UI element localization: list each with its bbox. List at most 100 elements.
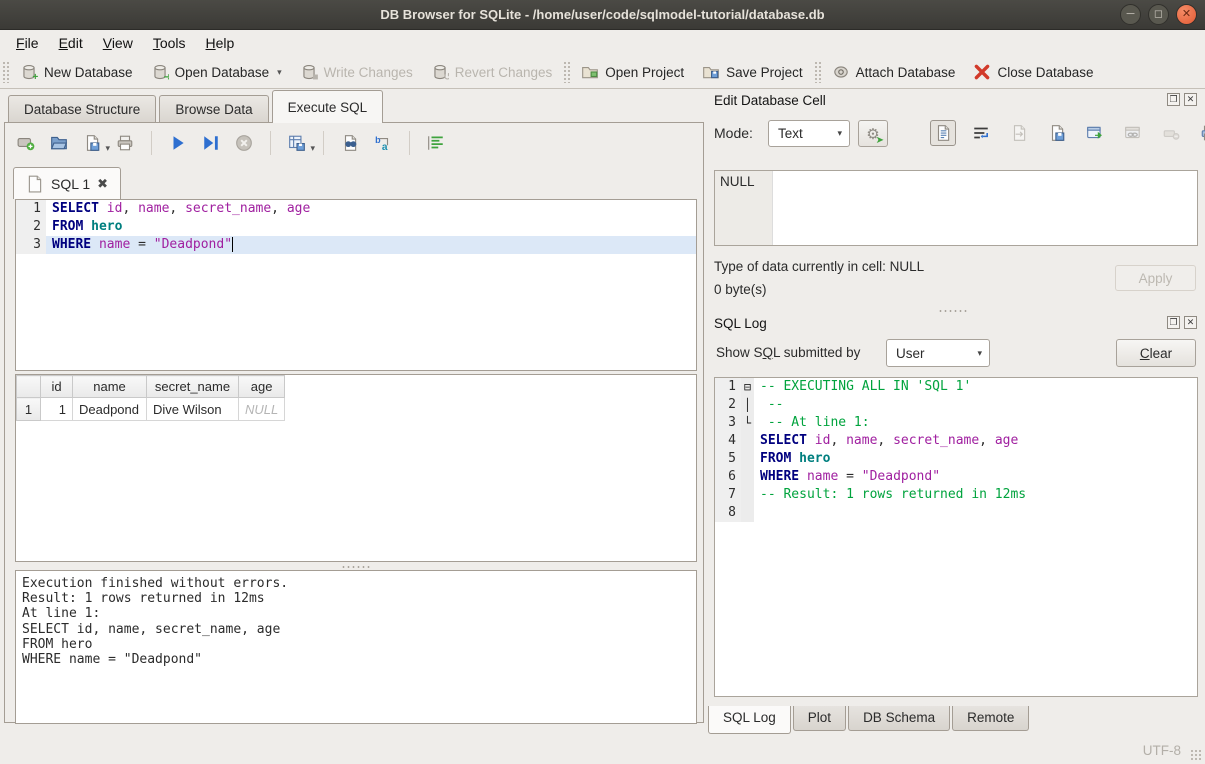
cell[interactable]: NULL xyxy=(239,398,285,421)
open-database-button[interactable]: ➜Open Database▾ xyxy=(142,59,291,85)
execute-line-button[interactable] xyxy=(200,132,222,154)
menu-item-view[interactable]: View xyxy=(93,32,143,54)
window-controls: ─ ◻ ✕ xyxy=(1120,4,1197,25)
attach-database-button[interactable]: Attach Database xyxy=(823,59,965,85)
dock-tab-remote[interactable]: Remote xyxy=(952,706,1029,731)
write-changes-button[interactable]: ■Write Changes xyxy=(291,59,422,85)
import-data-button[interactable] xyxy=(1006,120,1032,146)
title-bar[interactable]: DB Browser for SQLite - /home/user/code/… xyxy=(0,0,1205,30)
sql-editor[interactable]: 1SELECT id, name, secret_name, age2FROM … xyxy=(15,199,697,371)
cell[interactable]: Deadpond xyxy=(73,398,147,421)
code-text: -- Result: 1 rows returned in 12ms xyxy=(754,486,1197,504)
word-wrap-button[interactable] xyxy=(968,120,994,146)
line-number: 4 xyxy=(715,432,741,450)
splitter-handle[interactable] xyxy=(938,309,968,313)
table-row[interactable]: 11DeadpondDive WilsonNULL xyxy=(17,398,285,421)
sql-submitter-select[interactable]: User ▾ xyxy=(886,339,990,367)
open-project-button[interactable]: Open Project xyxy=(572,59,693,85)
dock-tab-db-schema[interactable]: DB Schema xyxy=(848,706,950,731)
svg-text:+: + xyxy=(32,72,38,81)
float-panel-icon[interactable]: ❐ xyxy=(1167,316,1180,329)
mode-select[interactable]: Text ▾ xyxy=(768,120,850,147)
column-header-secret_name[interactable]: secret_name xyxy=(147,376,239,398)
save-project-button[interactable]: Save Project xyxy=(693,59,812,85)
dock-tab-sql-log[interactable]: SQL Log xyxy=(708,706,791,734)
cell-value-editor[interactable]: NULL xyxy=(714,170,1198,246)
cell[interactable]: 1 xyxy=(41,398,73,421)
menu-item-tools[interactable]: Tools xyxy=(143,32,196,54)
tab-database-structure[interactable]: Database Structure xyxy=(8,95,156,123)
sql-tab-label: SQL 1 xyxy=(51,176,90,192)
menu-item-edit[interactable]: Edit xyxy=(49,32,93,54)
format-sql-button[interactable] xyxy=(425,132,447,154)
mode-label: Mode: xyxy=(714,125,753,141)
maximize-button[interactable]: ◻ xyxy=(1148,4,1169,25)
code-text: FROM hero xyxy=(46,218,696,236)
float-panel-icon[interactable]: ❐ xyxy=(1167,93,1180,106)
line-number: 3 xyxy=(16,236,46,254)
code-text: WHERE name = "Deadpond" xyxy=(754,468,1197,486)
sql-log-editor[interactable]: 1⊟-- EXECUTING ALL IN 'SQL 1'2│ --3└ -- … xyxy=(714,377,1198,697)
save-sql-file-button[interactable]: ▾ xyxy=(81,132,103,154)
encoding-indicator[interactable]: UTF-8 xyxy=(1143,743,1181,758)
sql-document-tab[interactable]: SQL 1 ✖ xyxy=(13,167,121,199)
save-sql-file-icon xyxy=(83,134,101,152)
save-results-icon xyxy=(288,134,306,152)
export-data-button[interactable] xyxy=(1044,120,1070,146)
fold-marker[interactable]: ⊟ xyxy=(741,378,754,396)
splitter-handle[interactable] xyxy=(341,565,371,569)
svg-text:■: ■ xyxy=(312,72,318,81)
cell[interactable]: Dive Wilson xyxy=(147,398,239,421)
toolbar-drag-handle[interactable] xyxy=(2,61,9,83)
menu-item-file[interactable]: File xyxy=(6,32,49,54)
menu-item-help[interactable]: Help xyxy=(196,32,245,54)
results-table: idnamesecret_nameage11DeadpondDive Wilso… xyxy=(16,375,285,421)
clear-log-button[interactable]: Clear xyxy=(1116,339,1196,367)
code-line: 8 xyxy=(715,504,1197,522)
replace-button[interactable]: ba xyxy=(372,132,394,154)
row-header[interactable]: 1 xyxy=(17,398,41,421)
find-button[interactable] xyxy=(339,132,361,154)
execute-all-button[interactable] xyxy=(167,132,189,154)
minimize-button[interactable]: ─ xyxy=(1120,4,1141,25)
fold-marker: └ xyxy=(741,414,754,432)
column-header-id[interactable]: id xyxy=(41,376,73,398)
sql-tab-close-icon[interactable]: ✖ xyxy=(97,176,108,192)
execution-log[interactable]: Execution finished without errors. Resul… xyxy=(15,570,697,724)
code-line: 3└ -- At line 1: xyxy=(715,414,1197,432)
apply-button[interactable]: Apply xyxy=(1115,265,1196,291)
results-grid[interactable]: idnamesecret_nameage11DeadpondDive Wilso… xyxy=(15,374,697,562)
execute-all-icon xyxy=(169,134,187,152)
open-external-icon xyxy=(1086,124,1104,142)
code-line: 5FROM hero xyxy=(715,450,1197,468)
text-mode-button[interactable] xyxy=(930,120,956,146)
tab-new-button[interactable] xyxy=(15,132,37,154)
close-panel-icon[interactable]: ✕ xyxy=(1184,316,1197,329)
toolbar-drag-handle[interactable] xyxy=(814,61,821,83)
close-button[interactable]: ✕ xyxy=(1176,4,1197,25)
column-header-age[interactable]: age xyxy=(239,376,285,398)
open-external-button[interactable] xyxy=(1082,120,1108,146)
chevron-down-icon: ▾ xyxy=(105,143,110,154)
stop-button[interactable] xyxy=(233,132,255,154)
toolbar-drag-handle[interactable] xyxy=(563,61,570,83)
tab-browse-data[interactable]: Browse Data xyxy=(159,95,268,123)
open-url-button[interactable] xyxy=(1120,120,1146,146)
save-results-button[interactable]: ▾ xyxy=(286,132,308,154)
revert-changes-button[interactable]: ↺Revert Changes xyxy=(422,59,562,85)
edit-cell-panel-title: Edit Database Cell xyxy=(714,93,826,108)
print-button[interactable] xyxy=(114,132,136,154)
close-database-button[interactable]: Close Database xyxy=(964,59,1102,85)
open-sql-file-button[interactable] xyxy=(48,132,70,154)
new-database-button[interactable]: +New Database xyxy=(11,59,142,85)
set-null-button[interactable] xyxy=(1158,120,1184,146)
code-line: 1⊟-- EXECUTING ALL IN 'SQL 1' xyxy=(715,378,1197,396)
code-line: 6WHERE name = "Deadpond" xyxy=(715,468,1197,486)
column-header-name[interactable]: name xyxy=(73,376,147,398)
tab-execute-sql[interactable]: Execute SQL xyxy=(272,90,384,123)
auto-switch-mode-button[interactable]: ⚙➤ xyxy=(858,120,888,147)
resize-grip-icon[interactable] xyxy=(1190,749,1202,761)
close-panel-icon[interactable]: ✕ xyxy=(1184,93,1197,106)
dock-tab-plot[interactable]: Plot xyxy=(793,706,846,731)
print-cell-button[interactable] xyxy=(1196,120,1205,146)
